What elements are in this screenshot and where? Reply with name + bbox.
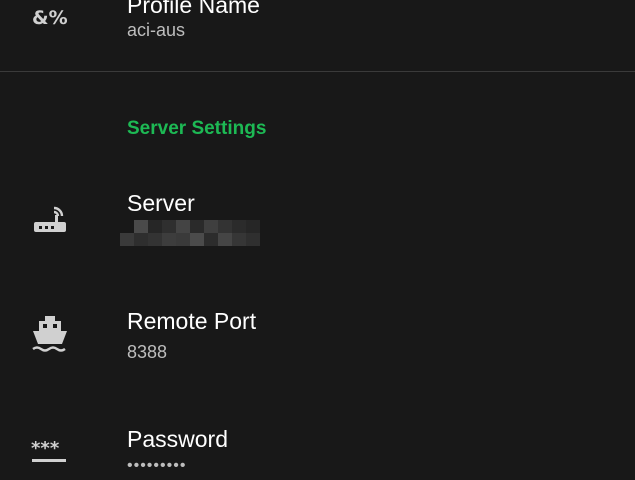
profile-name-row[interactable]: &% Profile Name aci-aus [0,0,635,71]
server-value-redacted [120,220,265,246]
server-settings-header: Server Settings [127,118,267,139]
ship-icon [32,316,67,352]
remote-port-title: Remote Port [127,308,257,334]
profile-symbols-icon: &% [32,7,68,28]
profile-name-value: aci-aus [127,20,186,40]
server-row[interactable]: Server [0,170,635,280]
profile-name-title: Profile Name [127,0,260,18]
server-title: Server [127,190,195,216]
svg-text:***: *** [31,438,60,459]
remote-port-row[interactable]: Remote Port 8388 [0,290,635,400]
remote-port-value: 8388 [127,342,168,362]
settings-screen: &% Profile Name aci-aus Server Settings … [0,0,635,480]
section-divider [0,71,635,72]
password-title: Password [127,426,228,452]
password-row[interactable]: *** Password ••••••••• [0,408,635,480]
router-icon [34,206,66,232]
password-value: ••••••••• [127,457,187,474]
svg-text:&%: &% [32,7,68,28]
password-icon: *** [31,438,66,462]
